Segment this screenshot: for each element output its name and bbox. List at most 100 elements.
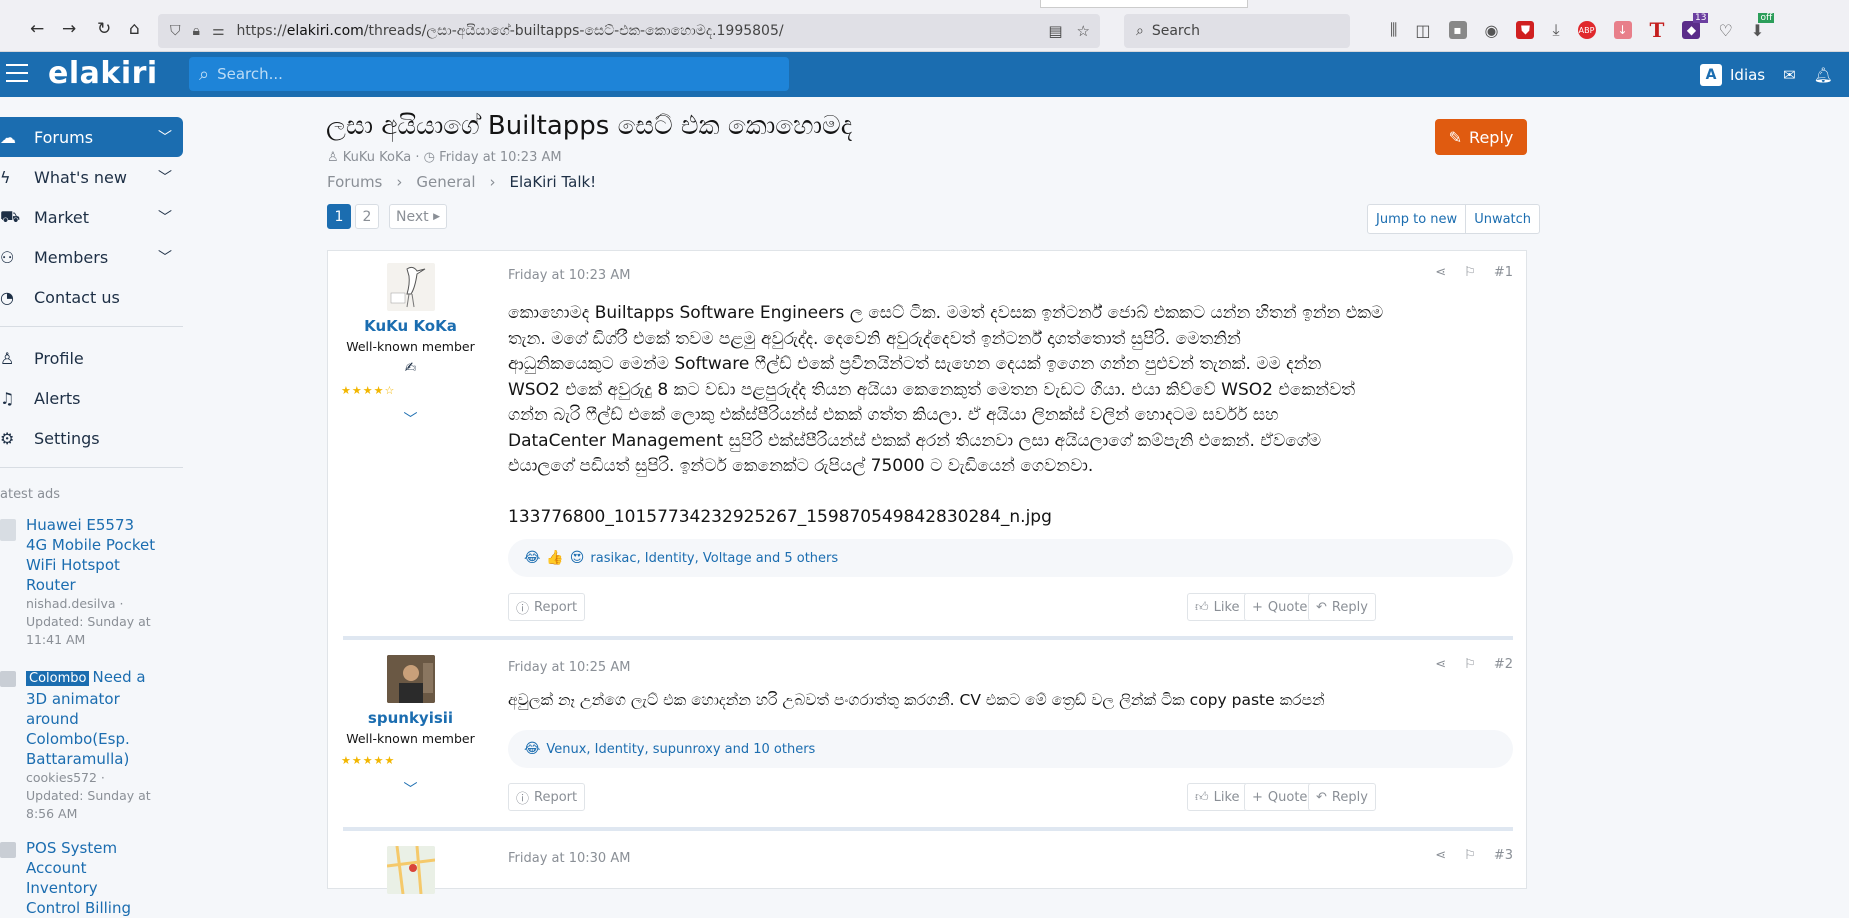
chevron-down-icon[interactable]: ﹀ [147, 127, 183, 147]
like-button[interactable]: 👍︎ Like [1187, 593, 1248, 621]
sidebar-item-alerts[interactable]: ♫ Alerts [0, 378, 183, 418]
sidebar-item-settings[interactable]: ⚙ Settings [0, 418, 183, 458]
chevron-down-icon[interactable]: ﹀ [147, 207, 183, 227]
chevron-down-icon[interactable]: ﹀ [147, 167, 183, 187]
ad-thumbnail[interactable] [0, 671, 16, 687]
thread-date[interactable]: Friday at 10:23 AM [439, 150, 561, 165]
bookmark-star-icon[interactable]: ☆ [1077, 22, 1090, 40]
ad-thumbnail[interactable] [0, 842, 16, 858]
breadcrumb-elakiri-talk[interactable]: ElaKiri Talk! [510, 173, 597, 191]
reply-post-button[interactable]: ↶ Reply [1308, 783, 1376, 811]
menu-icon[interactable] [6, 64, 28, 82]
chevron-down-icon[interactable]: ﹀ [328, 409, 493, 429]
ad-thumbnail[interactable] [0, 519, 16, 541]
ublock-icon[interactable]: ⛊ [1516, 21, 1535, 39]
reactions-list[interactable]: rasikac, Identity, Voltage and 5 others [590, 551, 838, 566]
save-icon[interactable]: ↓ [1613, 21, 1632, 39]
post-text-line: එයාලගේ පඩියත් සුපිරි. ඉන්ටර් කෙනෙක්ට රුප… [508, 456, 1094, 476]
report-button[interactable]: ⓘ Report [508, 593, 586, 621]
next-page-button[interactable]: Next ▶ [389, 204, 447, 229]
avatar[interactable] [386, 655, 435, 703]
ad-title[interactable]: POS System Account Inventory Control Bil… [26, 838, 156, 918]
sidebar-item-whats-new[interactable]: ϟ What's new ﹀ [0, 157, 183, 197]
sidebar-item-members[interactable]: ⚇ Members ﹀ [0, 237, 183, 277]
post-number[interactable]: #2 [1494, 657, 1513, 672]
site-search-input[interactable]: ⌕ Search... [189, 57, 789, 91]
thread-meta: ♙ KuKu KoKa · ◷ Friday at 10:23 AM [327, 150, 562, 165]
post-author[interactable]: KuKu KoKa [328, 317, 493, 335]
page-1-button[interactable]: 1 [327, 204, 351, 229]
page-2-button[interactable]: 2 [355, 204, 379, 229]
users-icon: ⚇ [0, 247, 15, 267]
reader-view-icon[interactable]: ▤ [1048, 22, 1062, 40]
post-number[interactable]: #1 [1494, 265, 1513, 280]
user-name[interactable]: Idias [1730, 66, 1765, 84]
share-icon[interactable]: ⋖ [1435, 657, 1446, 672]
reactions-bar[interactable]: 😂 Venux, Identity, supunroxy and 10 othe… [508, 730, 1513, 768]
quote-button[interactable]: + Quote [1244, 593, 1316, 621]
chevron-down-icon[interactable]: ﹀ [328, 779, 493, 799]
inbox-icon[interactable]: ✉ [1783, 66, 1796, 84]
breadcrumb-forums[interactable]: Forums [327, 173, 382, 191]
post-date[interactable]: Friday at 10:25 AM [508, 660, 630, 675]
post-date[interactable]: Friday at 10:30 AM [508, 851, 630, 866]
bookmark-icon[interactable]: ⚐ [1464, 657, 1476, 672]
post-number[interactable]: #3 [1494, 848, 1513, 863]
chevron-down-icon[interactable]: ﹀ [147, 247, 183, 267]
sidebar-item-forums[interactable]: ☁ Forums ﹀ [0, 117, 183, 157]
report-button[interactable]: ⓘ Report [508, 783, 586, 811]
bookmark-icon[interactable]: ⚐ [1464, 265, 1476, 280]
like-button[interactable]: 👍︎ Like [1187, 783, 1248, 811]
unwatch-button[interactable]: Unwatch [1465, 205, 1539, 233]
reactions-bar[interactable]: 😂 👍 😍 rasikac, Identity, Voltage and 5 o… [508, 539, 1513, 577]
extension-badge-icon[interactable]: ◆ 13 [1682, 13, 1709, 39]
thread-author[interactable]: KuKu KoKa [343, 150, 411, 165]
ad-item[interactable]: POS System Account Inventory Control Bil… [26, 838, 156, 918]
back-icon[interactable]: ← [30, 19, 44, 39]
breadcrumb-general[interactable]: General [416, 173, 475, 191]
user-icon: ♙ [327, 150, 339, 165]
thumbs-up-icon: 👍︎ [1195, 789, 1209, 805]
alerts-bell-icon[interactable]: 🔔︎ [1814, 66, 1833, 84]
share-icon[interactable]: ⋖ [1435, 848, 1446, 863]
reload-icon[interactable]: ↻ [97, 19, 111, 39]
browser-search[interactable]: ⌕ Search [1124, 14, 1350, 48]
thumbs-up-icon: 👍︎ [1195, 599, 1209, 615]
url-bar[interactable]: ⛉ 🔒︎ ⚌ https://elakiri.com/threads/ලසා-අ… [158, 14, 1100, 48]
url-text: https://elakiri.com/threads/ලසා-අයියාගේ-… [236, 23, 784, 39]
sidebar-item-contact-us[interactable]: ◔ Contact us [0, 277, 183, 317]
quote-button[interactable]: + Quote [1244, 783, 1316, 811]
sidebar-divider [0, 326, 183, 327]
download-icon[interactable]: ⤓ [1552, 20, 1559, 40]
attachment-link[interactable]: 133776800_10157734232925267_159870549842… [508, 505, 1508, 531]
sidebar-icon[interactable]: ◫ [1415, 21, 1430, 40]
bookmark-icon[interactable]: ⚐ [1464, 848, 1476, 863]
ad-item[interactable]: Colombo Need a 3D animator around Colombo… [26, 667, 156, 823]
laugh-reaction-icon: 😂 [524, 741, 541, 757]
pocket-icon[interactable]: ♡ [1718, 21, 1732, 40]
permissions-icon: ⚌ [211, 23, 225, 39]
site-logo[interactable]: elakiri [48, 56, 158, 91]
avatar[interactable] [386, 263, 435, 311]
library-icon[interactable]: ⫼ [1390, 20, 1397, 40]
reactions-list[interactable]: Venux, Identity, supunroxy and 10 others [546, 742, 815, 757]
ad-item[interactable]: Huawei E5573 4G Mobile Pocket WiFi Hotsp… [26, 515, 156, 649]
home-icon[interactable]: ⌂ [129, 19, 140, 39]
extension-off-icon[interactable]: ⬇ off [1751, 12, 1775, 40]
post-date[interactable]: Friday at 10:23 AM [508, 268, 630, 283]
adblock-icon[interactable]: ABP [1577, 21, 1596, 39]
extension-globe-icon[interactable]: ◉ [1485, 21, 1499, 40]
translate-icon[interactable]: T [1650, 18, 1665, 42]
reply-button[interactable]: ✎ Reply [1435, 119, 1527, 155]
avatar[interactable] [386, 846, 435, 894]
ad-title[interactable]: Huawei E5573 4G Mobile Pocket WiFi Hotsp… [26, 515, 156, 595]
reply-post-button[interactable]: ↶ Reply [1308, 593, 1376, 621]
sidebar-item-profile[interactable]: ♙ Profile [0, 338, 183, 378]
extension-icon[interactable]: ▪ [1448, 21, 1467, 39]
sidebar-item-market[interactable]: ⛟ Market ﹀ [0, 197, 183, 237]
share-icon[interactable]: ⋖ [1435, 265, 1446, 280]
user-avatar[interactable]: A [1700, 64, 1722, 86]
post-author[interactable]: spunkyisii [328, 709, 493, 727]
forward-icon[interactable]: → [62, 19, 76, 39]
jump-to-new-button[interactable]: Jump to new [1368, 205, 1465, 233]
